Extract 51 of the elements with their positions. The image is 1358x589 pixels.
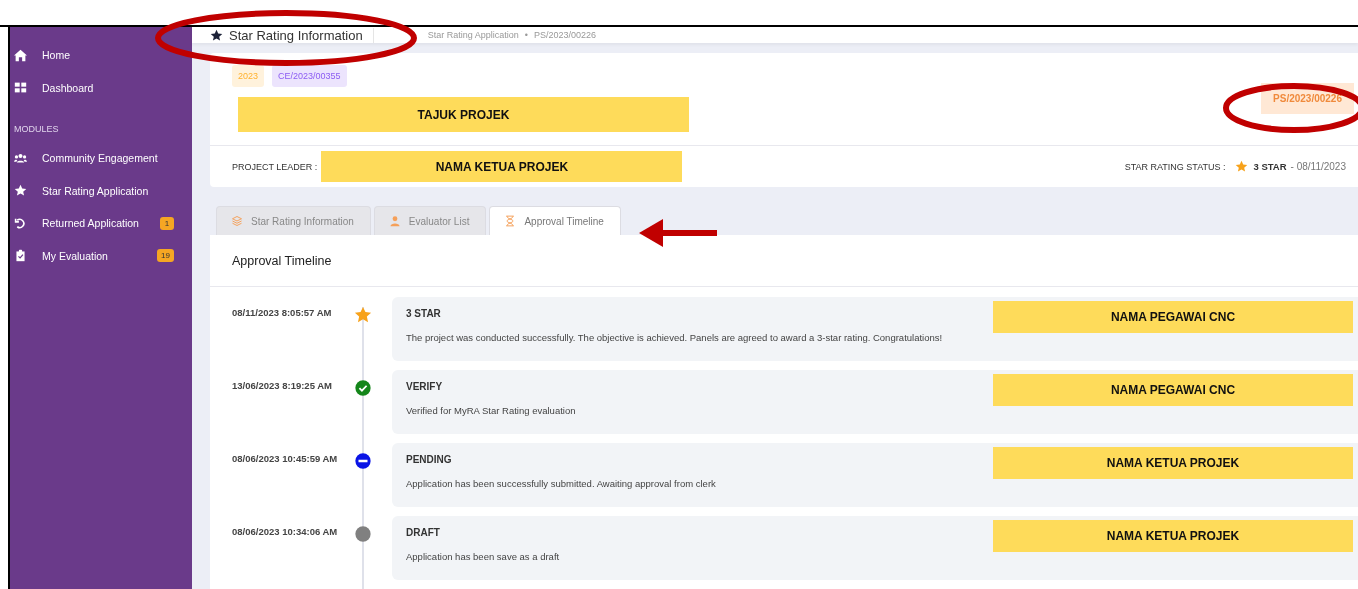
entry-title: 3 STAR	[406, 308, 441, 319]
tag: CE/2023/00355	[272, 65, 347, 87]
entry-title: PENDING	[406, 454, 452, 465]
star-icon	[210, 28, 223, 42]
section-title: MODULES	[13, 123, 60, 136]
home-icon	[14, 48, 27, 62]
count-badge: 1	[160, 216, 174, 230]
star-icon	[1235, 160, 1249, 173]
person-icon	[388, 215, 401, 227]
entry-title: VERIFY	[406, 381, 443, 392]
status-value: 3 STAR	[1253, 161, 1287, 172]
users-icon	[14, 151, 27, 165]
hourglass-icon	[504, 215, 517, 227]
status-label: STAR RATING STATUS :	[1124, 161, 1226, 172]
breadcrumb-separator: •	[524, 30, 528, 40]
page-title: Star Rating Information	[229, 27, 374, 43]
entry-title: DRAFT	[406, 527, 440, 538]
tab[interactable]: Approval Timeline	[489, 206, 621, 235]
sidebar-item[interactable]: Community Engagement	[10, 142, 192, 175]
sidebar-item[interactable]: Home	[10, 39, 192, 72]
project-title-label: TAJUK PROJEK	[238, 97, 689, 132]
count-badge: 19	[157, 249, 174, 263]
entry-description: The project was conducted successfully. The objective is achieved. Panels are agreed to award a 3-star rating. Congratulations!	[406, 332, 944, 343]
officer-name-label: NAMA PEGAWAI CNC	[993, 301, 1353, 333]
tag: 2023	[232, 65, 265, 87]
timestamp: 08/11/2023 8:05:57 AM	[231, 306, 333, 318]
officer-name-label: NAMA PEGAWAI CNC	[993, 374, 1353, 406]
star-icon	[14, 184, 27, 198]
undo-icon	[14, 216, 27, 230]
entry-description: Application has been successfully submitted. Awaiting approval from clerk	[406, 478, 717, 489]
dot-icon	[354, 525, 372, 543]
entry-description: Application has been save as a draft	[406, 551, 561, 562]
leader-label: PROJECT LEADER :	[232, 161, 318, 172]
status-date: - 08/11/2023	[1290, 161, 1346, 172]
leader-name-label: NAMA KETUA PROJEK	[321, 151, 683, 182]
sidebar-item[interactable]: My Evaluation 19	[10, 239, 192, 272]
layers-icon	[231, 215, 243, 227]
officer-name-label: NAMA KETUA PROJEK	[993, 520, 1353, 552]
sidebar-item[interactable]: Returned Application 1	[10, 207, 192, 240]
grid-icon	[14, 81, 27, 95]
timestamp: 08/06/2023 10:45:59 AM	[231, 452, 339, 464]
timestamp: 13/06/2023 8:19:25 AM	[231, 379, 333, 391]
sidebar-item[interactable]: Star Rating Application	[10, 174, 192, 207]
officer-name-label: NAMA KETUA PROJEK	[993, 447, 1353, 479]
minus-icon	[354, 452, 372, 470]
sidebar-item[interactable]: Dashboard	[10, 71, 192, 104]
check-icon	[354, 379, 372, 397]
entry-description: Verified for MyRA Star Rating evaluation	[406, 405, 577, 416]
clipboard-icon	[14, 249, 27, 263]
timestamp: 08/06/2023 10:34:06 AM	[231, 525, 339, 537]
star-icon	[354, 306, 372, 324]
